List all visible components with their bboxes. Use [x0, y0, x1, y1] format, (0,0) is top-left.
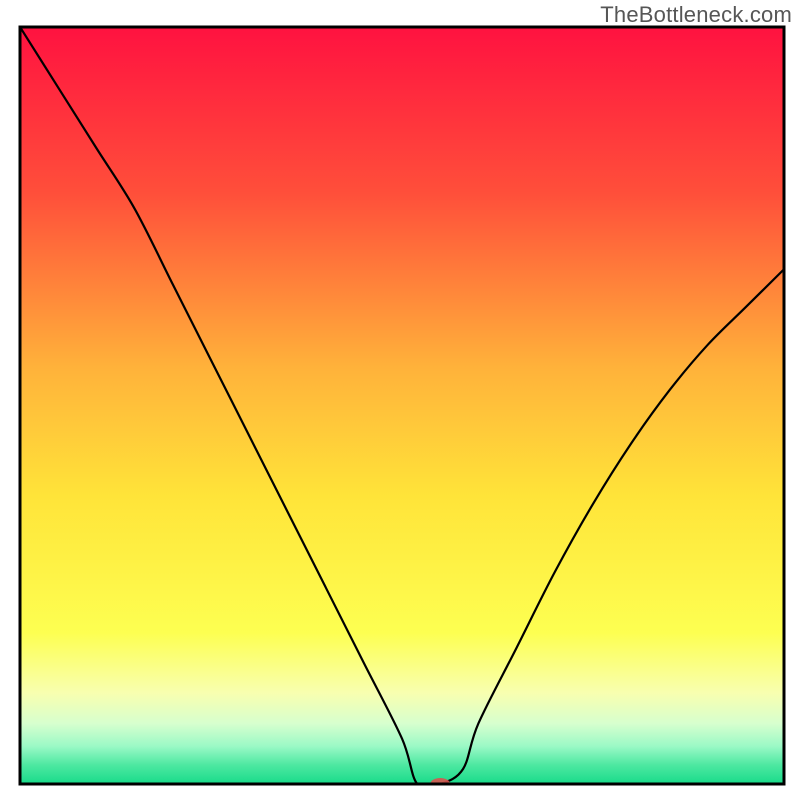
chart-frame: TheBottleneck.com [0, 0, 800, 800]
bottleneck-chart [0, 0, 800, 800]
watermark-text: TheBottleneck.com [600, 2, 792, 28]
plot-background-gradient [20, 27, 784, 784]
